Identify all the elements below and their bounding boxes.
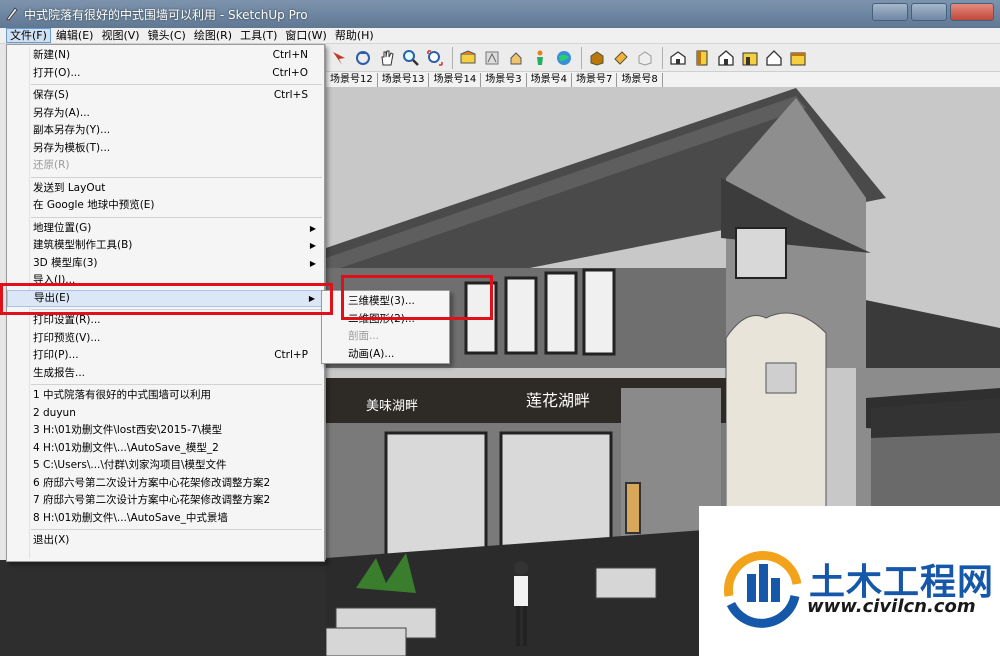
walk-icon[interactable] (481, 47, 503, 69)
minimize-button[interactable] (872, 3, 908, 21)
zoom-extents-icon[interactable] (424, 47, 446, 69)
highlight-box-export (0, 283, 333, 315)
scene-tab[interactable]: 场景号3 (481, 72, 527, 87)
menu-help[interactable]: 帮助(H) (332, 28, 377, 43)
export-section: 剖面... (348, 330, 380, 342)
orbit-icon[interactable] (352, 47, 374, 69)
menu-item-3d-warehouse[interactable]: 3D 模型库(3) ▶ (7, 255, 324, 273)
menu-item-google-earth-preview[interactable]: 在 Google 地球中预览(E) (7, 197, 324, 215)
submenu-arrow-icon: ▶ (309, 258, 316, 268)
watermark: 土木工程网 www.civilcn.com (699, 506, 1000, 656)
tool-arrow-icon[interactable] (328, 47, 350, 69)
globe-icon[interactable] (553, 47, 575, 69)
recent-file-item[interactable]: 1 中式院落有很好的中式围墙可以利用 (7, 387, 324, 405)
menu-item-geo-location[interactable]: 地理位置(G) ▶ (7, 220, 324, 238)
iso-view-icon[interactable] (667, 47, 689, 69)
menu-item-send-to-layout[interactable]: 发送到 LayOut (7, 180, 324, 198)
menu-item-save[interactable]: 保存(S) Ctrl+S (7, 87, 324, 105)
component-icon[interactable] (586, 47, 608, 69)
front-view-icon[interactable] (715, 47, 737, 69)
scene-tab[interactable]: 场景号8 (617, 72, 663, 87)
watermark-url: www.civilcn.com (807, 596, 976, 617)
menu-tools[interactable]: 工具(T) (237, 28, 280, 43)
title-bar: 中式院落有很好的中式围墙可以利用 - SketchUp Pro (0, 0, 1000, 28)
pan-hand-icon[interactable] (376, 47, 398, 69)
menu-item-print[interactable]: 打印(P)... Ctrl+P (7, 347, 324, 365)
right-view-icon[interactable] (739, 47, 761, 69)
menu-item-exit[interactable]: 退出(X) (7, 532, 324, 550)
recent-file-item[interactable]: 4 H:\01劝删文件\...\AutoSave_模型_2 (7, 440, 324, 458)
menu-window[interactable]: 窗口(W) (282, 28, 329, 43)
menu-item-save-as[interactable]: 另存为(A)... (7, 105, 324, 123)
back-view-icon[interactable] (763, 47, 785, 69)
submenu-arrow-icon: ▶ (309, 223, 316, 233)
submenu-arrow-icon: ▶ (309, 241, 316, 250)
menu-file[interactable]: 文件(F) (6, 28, 51, 43)
menu-draw[interactable]: 绘图(R) (191, 28, 235, 43)
menu-item-revert: 还原(R) (33, 159, 70, 171)
position-camera-icon[interactable] (457, 47, 479, 69)
menu-item-save-copy-as[interactable]: 副本另存为(Y)... (7, 122, 324, 140)
shop-sign-left: 美味湖畔 (366, 399, 418, 414)
recent-file-item[interactable]: 6 府邸六号第二次设计方案中心花架修改调整方案2 (7, 475, 324, 493)
recent-file-item[interactable]: 5 C:\Users\...\付群\刘家沟项目\模型文件 (7, 457, 324, 475)
top-view-icon[interactable] (691, 47, 713, 69)
xray-icon[interactable] (634, 47, 656, 69)
menu-camera[interactable]: 镜头(C) (145, 28, 189, 43)
highlight-box-3d-model (341, 275, 493, 320)
scene-tabs: 场景号12 场景号13 场景号14 场景号3 场景号4 场景号7 场景号8 (326, 72, 1000, 88)
menu-item-print-preview[interactable]: 打印预览(V)... (7, 330, 324, 348)
recent-file-item[interactable]: 2 duyun (7, 405, 324, 423)
menu-item-save-as-template[interactable]: 另存为模板(T)... (7, 140, 324, 158)
window-title: 中式院落有很好的中式围墙可以利用 - SketchUp Pro (24, 7, 308, 22)
left-view-icon[interactable] (787, 47, 809, 69)
scene-tab[interactable]: 场景号12 (326, 72, 378, 87)
look-around-icon[interactable] (505, 47, 527, 69)
menu-view[interactable]: 视图(V) (98, 28, 142, 43)
menu-edit[interactable]: 编辑(E) (53, 28, 97, 43)
menu-item-building-maker[interactable]: 建筑模型制作工具(B) ▶ (7, 237, 324, 255)
menu-item-open[interactable]: 打开(O)... Ctrl+O (7, 65, 324, 83)
recent-file-item[interactable]: 8 H:\01劝删文件\...\AutoSave_中式景墙 (7, 510, 324, 528)
export-animation[interactable]: 动画(A)... (322, 346, 449, 364)
civilcn-logo-icon (724, 550, 802, 628)
maximize-button[interactable] (911, 3, 947, 21)
toolbar (326, 44, 1000, 72)
shop-sign-right: 莲花湖畔 (526, 391, 590, 410)
scene-tab[interactable]: 场景号14 (429, 72, 482, 87)
person-icon[interactable] (529, 47, 551, 69)
ground-left (0, 560, 326, 656)
close-button[interactable] (950, 3, 994, 21)
menu-bar: 文件(F) 编辑(E) 视图(V) 镜头(C) 绘图(R) 工具(T) 窗口(W… (0, 28, 1000, 44)
scene-tab[interactable]: 场景号13 (378, 72, 430, 87)
menu-item-generate-report[interactable]: 生成报告... (7, 365, 324, 383)
scene-tab[interactable]: 场景号4 (527, 72, 572, 87)
recent-file-item[interactable]: 3 H:\01劝删文件\lost西安\2015-7\模型 (7, 422, 324, 440)
scene-tab[interactable]: 场景号7 (572, 72, 618, 87)
sketchup-logo-icon (6, 7, 18, 21)
menu-item-new[interactable]: 新建(N) Ctrl+N (7, 47, 324, 65)
paint-icon[interactable] (610, 47, 632, 69)
zoom-icon[interactable] (400, 47, 422, 69)
recent-file-item[interactable]: 7 府邸六号第二次设计方案中心花架修改调整方案2 (7, 492, 324, 510)
